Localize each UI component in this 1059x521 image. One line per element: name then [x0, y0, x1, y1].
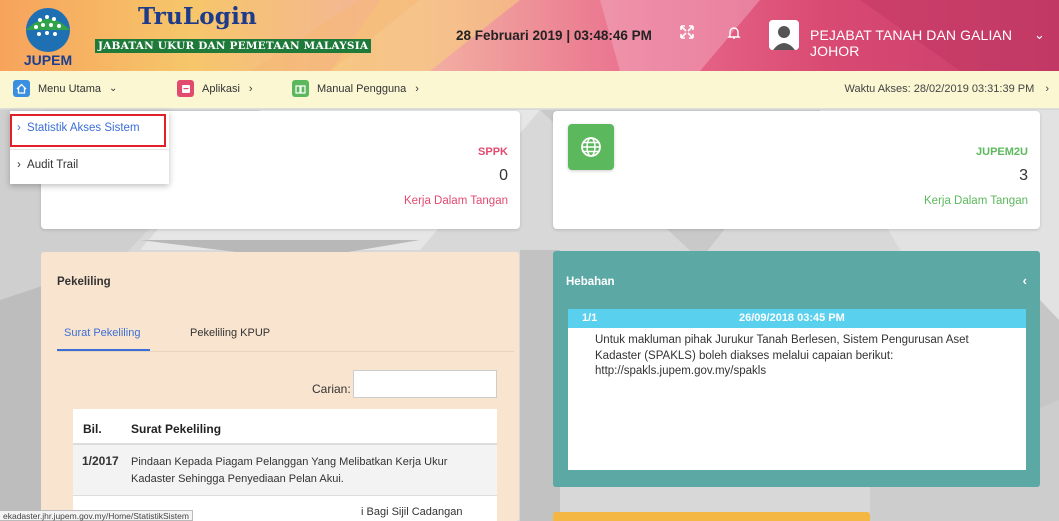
row-text: Pindaan Kepada Piagam Pelanggan Yang Mel…	[131, 456, 448, 485]
pekeliling-title: Pekeliling	[57, 276, 111, 288]
row-bil: 1/2017	[82, 454, 119, 468]
chevron-right-icon: ›	[248, 82, 253, 95]
menu-utama-label: Menu Utama	[38, 82, 101, 95]
table-header: Bil. Surat Pekeliling	[73, 409, 497, 445]
jupem2u-label: JUPEM2U	[976, 146, 1028, 158]
jupem-logo: JUPEM	[24, 8, 72, 68]
chevron-right-icon: ›	[17, 159, 21, 171]
chevron-right-icon: ›	[415, 82, 419, 95]
chevron-right-icon: ›	[17, 122, 21, 134]
search-input[interactable]	[353, 370, 497, 398]
tab-pekeliling-kpup[interactable]: Pekeliling KPUP	[190, 327, 270, 339]
pekeliling-table: Bil. Surat Pekeliling 1/2017 Pindaan Kep…	[73, 409, 497, 521]
top-header: JUPEM TruLogin JABATAN UKUR DAN PEMETAAN…	[0, 0, 1059, 71]
dropdown-item-audit[interactable]: › Audit Trail	[17, 159, 78, 171]
brand-subtitle: JABATAN UKUR DAN PEMETAAN MALAYSIA	[95, 39, 372, 53]
column-surat[interactable]: Surat Pekeliling	[131, 422, 221, 436]
access-time[interactable]: Waktu Akses: 28/02/2019 03:31:39 PM ›	[844, 83, 1049, 95]
dropdown-item-label: Statistik Akses Sistem	[27, 122, 140, 134]
row-text: i Bagi Sijil Cadangan	[361, 506, 463, 518]
tab-surat-pekeliling[interactable]: Surat Pekeliling	[64, 327, 140, 339]
fullscreen-icon[interactable]	[680, 25, 694, 42]
menu-manual[interactable]: Manual Pengguna ›	[292, 80, 419, 97]
tab-divider	[57, 351, 514, 352]
menu-utama-dropdown: › Statistik Akses Sistem › Audit Trail	[10, 111, 169, 184]
sppk-label: SPPK	[478, 146, 508, 158]
book-icon	[292, 80, 309, 97]
app-icon	[177, 80, 194, 97]
announcement-box: 1/1 26/09/2018 03:45 PM Untuk makluman p…	[568, 309, 1026, 470]
access-time-label: Waktu Akses: 28/02/2019 03:31:39 PM	[844, 83, 1035, 95]
brand-title: TruLogin	[138, 3, 257, 30]
active-tab-indicator	[57, 349, 150, 351]
dropdown-item-statistik[interactable]: › Statistik Akses Sistem	[17, 122, 140, 134]
header-datetime: 28 Februari 2019 | 03:48:46 PM	[456, 28, 652, 43]
chevron-left-icon[interactable]: ‹	[1023, 273, 1027, 288]
chevron-down-icon[interactable]: ⌄	[1034, 27, 1045, 43]
column-bil[interactable]: Bil.	[83, 422, 102, 436]
menu-bar: Menu Utama ⌄ Aplikasi › Manual Pengguna …	[0, 71, 1059, 109]
sppk-count: 0	[499, 167, 508, 184]
sppk-subtitle: Kerja Dalam Tangan	[404, 195, 508, 207]
hebahan-title: Hebahan	[566, 276, 615, 288]
dropdown-item-label: Audit Trail	[27, 159, 79, 171]
office-name[interactable]: PEJABAT TANAH DAN GALIAN JOHOR	[810, 27, 1059, 59]
jupem2u-card[interactable]: JUPEM2U 3 Kerja Dalam Tangan	[553, 111, 1040, 229]
next-panel-header	[553, 512, 870, 521]
announcement-message: Untuk makluman pihak Jurukur Tanah Berle…	[595, 334, 969, 377]
table-row[interactable]: 1/2017 Pindaan Kepada Piagam Pelanggan Y…	[73, 445, 497, 496]
globe-icon	[568, 124, 614, 170]
jupem2u-count: 3	[1019, 167, 1028, 184]
menu-manual-label: Manual Pengguna	[317, 82, 407, 95]
browser-status-url: ekadaster.jhr.jupem.gov.my/Home/Statisti…	[0, 510, 193, 521]
dropdown-divider	[10, 149, 169, 150]
announcement-date: 26/09/2018 03:45 PM	[739, 312, 845, 324]
menu-utama[interactable]: Menu Utama ⌄	[13, 80, 117, 97]
menu-aplikasi-label: Aplikasi	[202, 82, 240, 95]
announcement-counter: 1/1	[582, 312, 598, 324]
pekeliling-panel: Pekeliling Surat Pekeliling Pekeliling K…	[41, 252, 519, 521]
bell-icon[interactable]	[727, 25, 741, 43]
search-label: Carian:	[312, 382, 351, 396]
chevron-right-icon: ›	[1045, 83, 1049, 95]
chevron-down-icon: ⌄	[108, 83, 118, 94]
jupem2u-subtitle: Kerja Dalam Tangan	[924, 195, 1028, 207]
user-avatar[interactable]	[769, 20, 799, 50]
menu-aplikasi[interactable]: Aplikasi ›	[177, 80, 253, 97]
home-icon	[13, 80, 30, 97]
announcement-bar: 1/1 26/09/2018 03:45 PM	[568, 309, 1026, 328]
hebahan-panel: Hebahan ‹ 1/1 26/09/2018 03:45 PM Untuk …	[553, 251, 1040, 487]
svg-text:JUPEM: JUPEM	[24, 52, 72, 68]
